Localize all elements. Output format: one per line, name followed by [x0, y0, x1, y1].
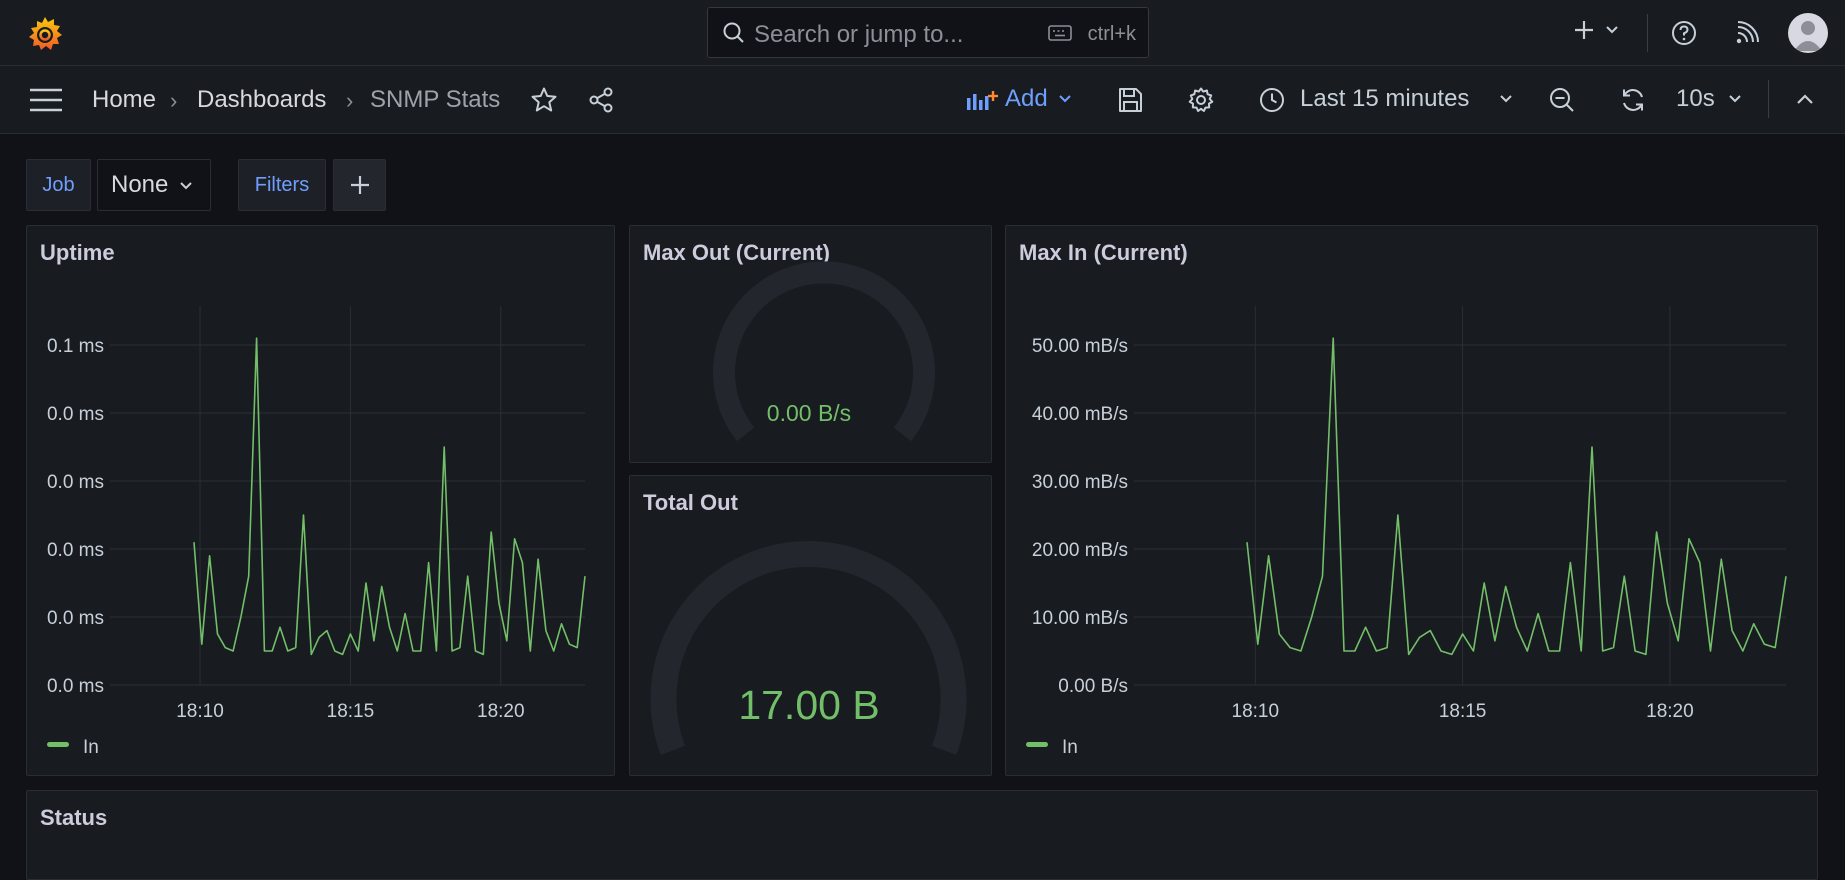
x-tick-label: 18:10 [1232, 701, 1280, 722]
y-tick-label: 0.1 ms [47, 336, 104, 357]
job-variable-value: None [111, 171, 169, 198]
total-out-panel[interactable]: Total Out 17.00 B [629, 475, 992, 776]
breadcrumb-separator: › [346, 88, 354, 113]
x-tick-label: 18:10 [176, 701, 224, 722]
y-tick-label: 10.00 mB/s [1032, 608, 1128, 629]
search-shortcut: ctrl+k [1087, 23, 1136, 45]
series-line[interactable] [193, 337, 586, 656]
max-in-panel[interactable]: Max In (Current) 0.00 B/s 10.00 mB/s 20.00… [1005, 225, 1818, 776]
y-tick-label: 40.00 mB/s [1032, 404, 1128, 425]
legend-label[interactable]: In [1062, 737, 1078, 758]
refresh-icon[interactable] [1619, 86, 1647, 114]
chevron-up-icon[interactable] [1795, 92, 1815, 106]
gauge-value: 17.00 B [738, 682, 879, 728]
job-variable-label: Job [26, 159, 91, 211]
add-panel-icon[interactable] [966, 88, 998, 112]
breadcrumb-dashboards[interactable]: Dashboards [197, 86, 326, 114]
chevron-down-icon[interactable] [1604, 24, 1620, 36]
legend-swatch [47, 742, 69, 747]
filters-label: Filters [238, 159, 326, 211]
legend-label[interactable]: In [83, 737, 99, 758]
search-icon [723, 22, 744, 43]
rss-icon[interactable] [1735, 21, 1759, 45]
divider [1768, 80, 1769, 118]
add-button[interactable]: Add [1005, 85, 1048, 113]
job-variable-select[interactable]: None [97, 159, 211, 211]
x-tick-label: 18:15 [1439, 701, 1487, 722]
gear-icon[interactable] [1187, 86, 1215, 114]
total-out-gauge: 17.00 B [650, 541, 967, 755]
clock-icon[interactable] [1259, 87, 1285, 113]
y-tick-label: 0.0 ms [47, 608, 104, 629]
y-tick-label: 20.00 mB/s [1032, 540, 1128, 561]
user-icon [1794, 21, 1822, 51]
search-bar[interactable]: Search or jump to... ctrl+k [707, 7, 1149, 58]
top-bar: Search or jump to... ctrl+k [0, 0, 1845, 66]
plus-icon [351, 176, 369, 194]
y-tick-label: 0.00 B/s [1058, 676, 1128, 697]
max-out-gauge: 0.00 B/s [713, 261, 935, 442]
x-tick-label: 18:20 [477, 701, 525, 722]
divider [1647, 14, 1648, 52]
chevron-down-icon[interactable] [1498, 93, 1514, 105]
add-filter-button[interactable] [333, 159, 386, 211]
series-line[interactable] [1246, 337, 1787, 656]
y-tick-label: 0.0 ms [47, 472, 104, 493]
plus-icon[interactable] [1572, 18, 1596, 42]
refresh-interval-picker[interactable]: 10s [1676, 85, 1715, 113]
help-icon[interactable] [1671, 20, 1697, 46]
chevron-down-icon[interactable] [1727, 93, 1743, 105]
legend-swatch [1026, 742, 1048, 747]
y-tick-label: 50.00 mB/s [1032, 336, 1128, 357]
zoom-out-icon[interactable] [1548, 86, 1576, 114]
breadcrumb-separator: › [170, 88, 178, 113]
y-tick-label: 0.0 ms [47, 404, 104, 425]
time-range-picker[interactable]: Last 15 minutes [1300, 85, 1469, 113]
avatar[interactable] [1788, 13, 1828, 53]
max-in-chart: 0.00 B/s 10.00 mB/s 20.00 mB/s 30.00 mB/s 40… [1026, 306, 1787, 758]
uptime-panel[interactable]: Uptime 0.0 ms 0.0 ms 0.0 ms 0.0 ms 0.0 ms 0.1… [26, 225, 615, 776]
x-tick-label: 18:20 [1646, 701, 1694, 722]
breadcrumb-home[interactable]: Home [92, 86, 156, 114]
save-icon[interactable] [1116, 86, 1144, 114]
gauge-value: 0.00 B/s [767, 400, 851, 426]
share-icon[interactable] [587, 86, 615, 114]
status-panel[interactable]: Status [26, 790, 1818, 880]
x-tick-label: 18:15 [327, 701, 375, 722]
y-tick-label: 0.0 ms [47, 540, 104, 561]
search-placeholder: Search or jump to... [754, 21, 964, 48]
y-tick-label: 30.00 mB/s [1032, 472, 1128, 493]
uptime-chart: 0.0 ms 0.0 ms 0.0 ms 0.0 ms 0.0 ms 0.1 ms 18:1… [47, 306, 586, 758]
breadcrumb-current: SNMP Stats [370, 86, 501, 113]
star-icon[interactable] [530, 86, 558, 114]
grafana-logo-icon[interactable] [25, 14, 65, 54]
chevron-down-icon[interactable] [1057, 93, 1073, 105]
y-tick-label: 0.0 ms [47, 676, 104, 697]
max-out-panel[interactable]: Max Out (Current) 0.00 B/s [629, 225, 992, 463]
chevron-down-icon [180, 182, 192, 190]
panel-title: Status [40, 805, 108, 830]
menu-icon[interactable] [29, 86, 63, 114]
dashboard-nav-bar: Home › Dashboards › SNMP Stats Add Last … [0, 66, 1845, 134]
keyboard-icon [1048, 25, 1072, 41]
